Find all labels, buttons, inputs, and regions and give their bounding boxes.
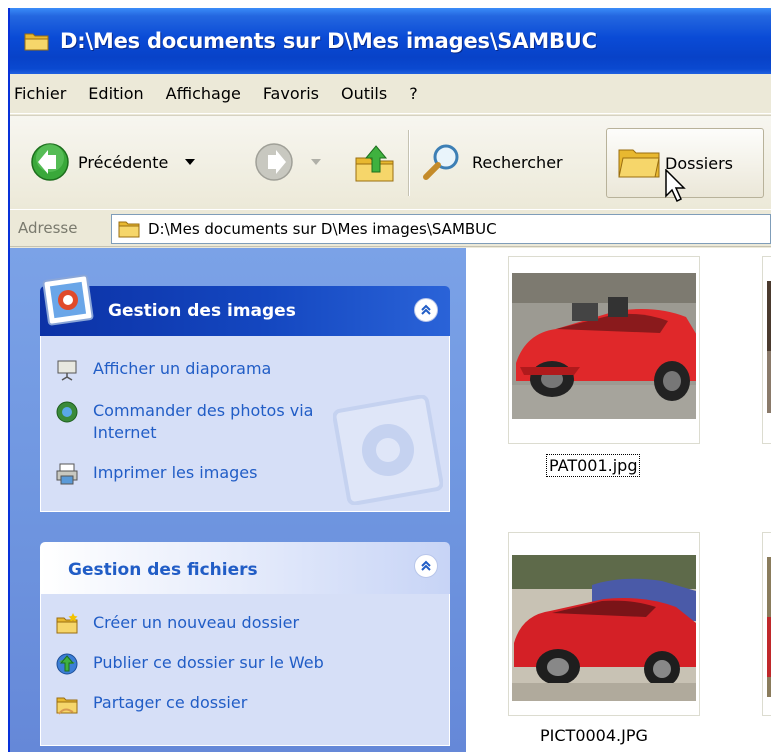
folder-icon: [24, 33, 49, 51]
forward-dropdown-icon[interactable]: [310, 157, 322, 167]
task-print[interactable]: Imprimer les images: [55, 462, 257, 486]
up-folder-button[interactable]: [354, 140, 396, 184]
folders-button[interactable]: Dossiers: [606, 128, 764, 203]
task-order-prints[interactable]: Commander des photos via Internet: [55, 400, 355, 444]
order-prints-icon: [56, 401, 78, 423]
menu-affichage[interactable]: Affichage: [166, 84, 241, 103]
task-publish-web-label: Publier ce dossier sur le Web: [93, 653, 324, 672]
task-slideshow-label: Afficher un diaporama: [93, 359, 272, 378]
image-tasks-panel: Gestion des images Afficher un diaporama…: [40, 274, 450, 512]
red-car-photo-icon: [512, 555, 696, 701]
title-bar[interactable]: D:\Mes documents sur D\Mes images\SAMBUC: [10, 8, 771, 74]
thumbnail-pat001[interactable]: [508, 256, 700, 444]
search-button[interactable]: Rechercher: [422, 142, 563, 182]
new-folder-icon: [56, 613, 78, 634]
thumbnail-partial-1[interactable]: [762, 256, 771, 444]
image-tasks-body: Afficher un diaporama Commander des phot…: [40, 336, 450, 512]
forward-button[interactable]: [254, 142, 322, 182]
thumbnail-image: [512, 555, 696, 701]
publish-web-icon: [56, 653, 78, 675]
address-folder-icon: [118, 221, 140, 238]
image-tasks-header[interactable]: Gestion des images: [40, 274, 450, 336]
file-tasks-header[interactable]: Gestion des fichiers: [40, 542, 450, 594]
file-tasks-collapse-button[interactable]: [414, 554, 438, 578]
filename-pat001[interactable]: PAT001.jpg: [546, 454, 641, 477]
print-icon: [56, 463, 78, 485]
task-publish-web[interactable]: Publier ce dossier sur le Web: [55, 652, 324, 676]
thumbnail-partial-2[interactable]: [762, 532, 771, 716]
menu-outils[interactable]: Outils: [341, 84, 387, 103]
mouse-cursor-icon: [665, 169, 686, 203]
share-folder-icon: [56, 697, 78, 715]
file-tasks-body: Créer un nouveau dossier Publier ce doss…: [40, 594, 450, 746]
task-share-folder-label: Partager ce dossier: [93, 693, 248, 712]
thumbnail-pict0004[interactable]: [508, 532, 700, 716]
up-folder-icon: [355, 145, 394, 182]
folders-icon: [618, 149, 660, 178]
file-tasks-panel: Gestion des fichiers Créer un nouveau do…: [40, 542, 450, 746]
explorer-window: D:\Mes documents sur D\Mes images\SAMBUC…: [8, 8, 771, 752]
photo-partial-icon: [767, 281, 771, 413]
chevron-up-icon: [421, 560, 431, 571]
address-bar: Adresse D:\Mes documents sur D\Mes image…: [10, 209, 771, 247]
address-value: D:\Mes documents sur D\Mes images\SAMBUC: [148, 220, 497, 238]
filename-pict0004[interactable]: PICT0004.JPG: [540, 726, 648, 745]
menu-bar: Fichier Edition Affichage Favoris Outils…: [10, 74, 771, 114]
task-new-folder[interactable]: Créer un nouveau dossier: [55, 612, 299, 636]
search-icon: [423, 144, 459, 180]
task-slideshow[interactable]: Afficher un diaporama: [55, 358, 271, 382]
menu-help[interactable]: ?: [409, 84, 418, 103]
address-label: Adresse: [18, 219, 78, 237]
image-tasks-title: Gestion des images: [108, 301, 296, 321]
back-button[interactable]: Précédente: [30, 142, 196, 182]
chevron-up-icon: [421, 304, 431, 315]
toolbar: Précédente Rechercher Dossiers: [10, 115, 771, 209]
forward-arrow-icon: [255, 143, 293, 181]
search-label: Rechercher: [472, 152, 563, 172]
image-tasks-collapse-button[interactable]: [414, 298, 438, 322]
menu-edition[interactable]: Edition: [88, 84, 143, 103]
file-view: PAT001.jpg PICT0004.JPG: [466, 248, 771, 752]
photo-partial-icon: [767, 557, 771, 697]
thumbnail-image: [512, 273, 696, 419]
task-order-prints-label: Commander des photos via Internet: [93, 401, 314, 442]
image-tasks-icon: [42, 274, 94, 326]
task-print-label: Imprimer les images: [93, 463, 258, 482]
slideshow-icon: [57, 360, 77, 381]
back-arrow-icon: [31, 143, 69, 181]
window-title: D:\Mes documents sur D\Mes images\SAMBUC: [60, 29, 597, 53]
back-label: Précédente: [78, 152, 169, 172]
address-field[interactable]: D:\Mes documents sur D\Mes images\SAMBUC: [111, 214, 771, 244]
file-tasks-title: Gestion des fichiers: [68, 560, 258, 580]
menu-fichier[interactable]: Fichier: [14, 84, 66, 103]
red-car-photo-icon: [512, 273, 696, 419]
dropdown-arrow-icon[interactable]: [184, 157, 196, 167]
task-pane: Gestion des images Afficher un diaporama…: [10, 248, 466, 752]
task-share-folder[interactable]: Partager ce dossier: [55, 692, 247, 716]
task-new-folder-label: Créer un nouveau dossier: [93, 613, 300, 632]
menu-favoris[interactable]: Favoris: [263, 84, 319, 103]
